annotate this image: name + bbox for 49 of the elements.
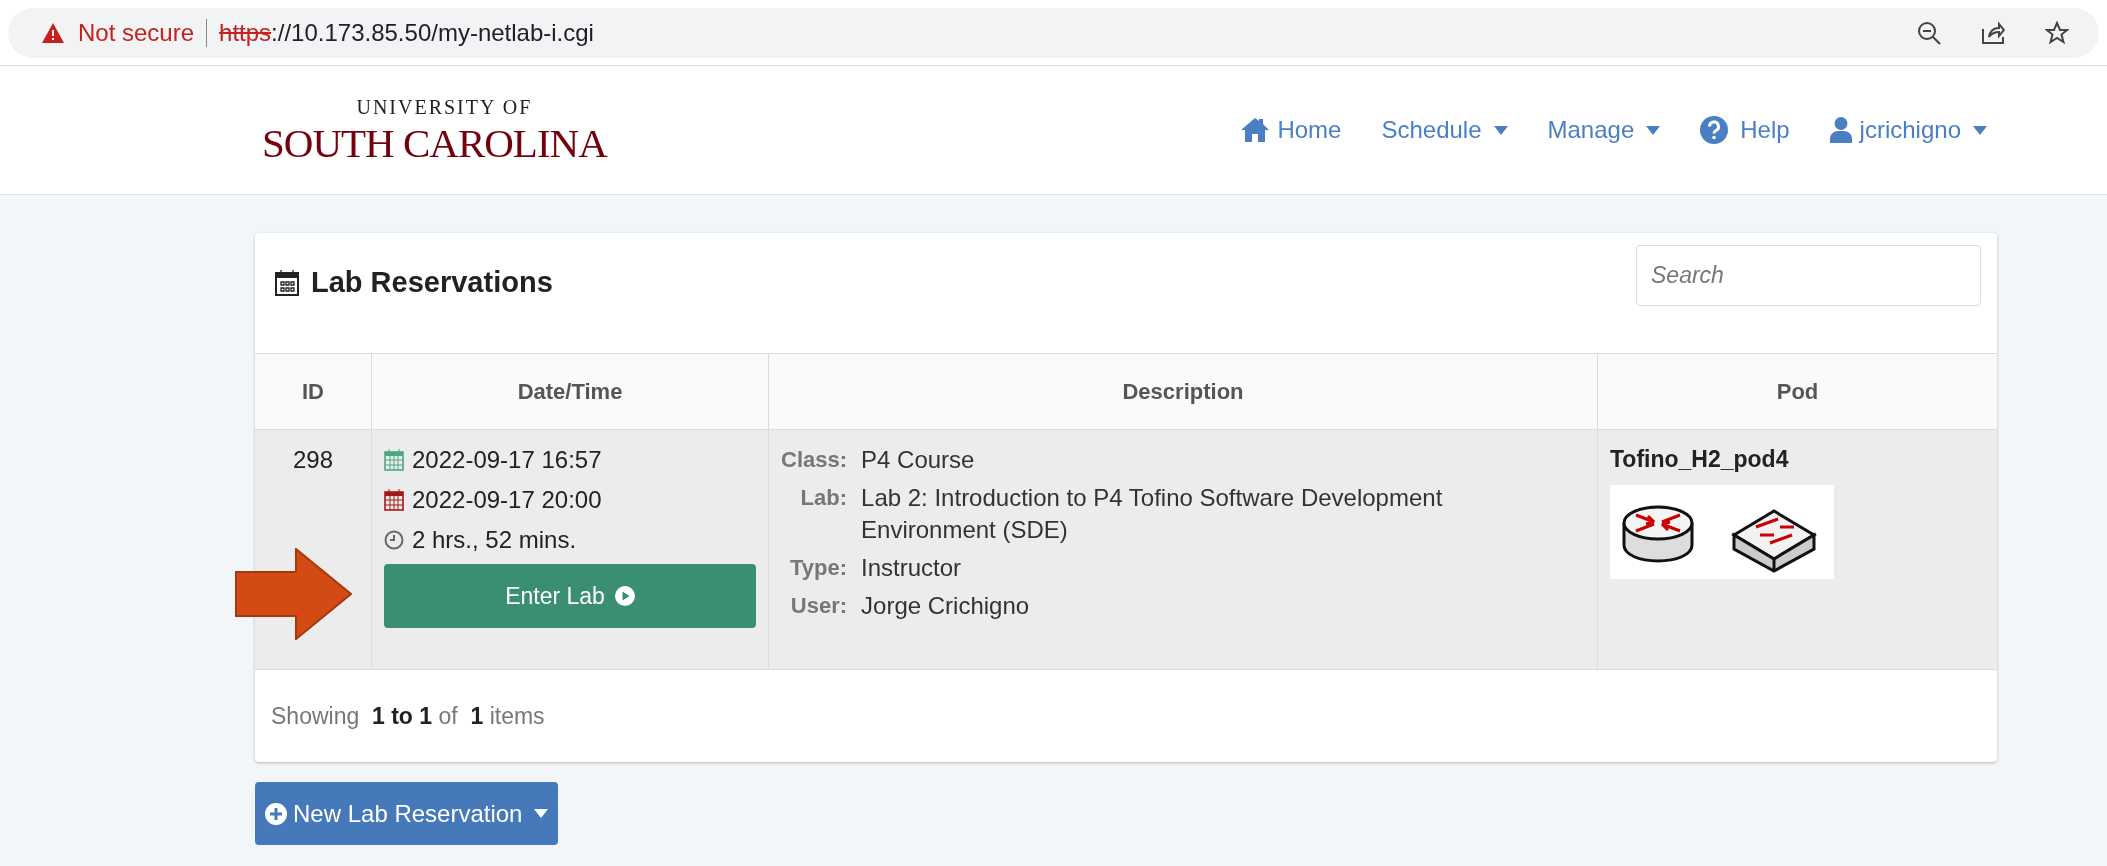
calendar-icon (275, 269, 299, 296)
clock-icon (384, 530, 404, 550)
field-label: User: (789, 592, 848, 620)
column-header[interactable]: ID (302, 375, 324, 408)
user-icon (1829, 117, 1852, 143)
caret-icon (1646, 125, 1661, 135)
end-time: 2022-09-17 20:00 (412, 485, 602, 515)
calendar-icon (384, 449, 404, 471)
card-title: Lab Reservations (311, 265, 553, 300)
caret-icon (1973, 125, 1987, 135)
calendar-icon (384, 489, 404, 511)
column-header[interactable]: Pod (1776, 375, 1819, 408)
help-icon (1700, 116, 1729, 144)
new-lab-reservation-button[interactable]: New Lab Reservation (255, 782, 559, 845)
duration-text: 2 hrs., 52 mins. (412, 525, 577, 555)
nav-link[interactable]: Schedule (1381, 112, 1508, 148)
enter-lab-button[interactable]: Enter Lab (384, 564, 756, 628)
address-bar[interactable]: Not secure https://10.173.85.50/my-netlab-i.cgi (8, 7, 2099, 58)
warning-icon (42, 22, 64, 43)
nav-link[interactable]: Home (1241, 112, 1342, 148)
plus-icon (265, 802, 287, 825)
field-value: Lab 2: Introduction to P4 Tofino Software Development Environment (SDE) (861, 483, 1444, 545)
search-field[interactable]: Search (1636, 245, 1981, 306)
field-value: P4 Course (861, 445, 976, 475)
zoom-out-icon[interactable] (1917, 20, 1941, 45)
start-time: 2022-09-17 16:57 (412, 445, 602, 475)
field-label: Lab: (799, 484, 848, 512)
field-label: Type: (789, 554, 848, 582)
caret-icon (534, 809, 549, 818)
logo-subtitle: UNIVERSITY OF (356, 96, 533, 117)
home-icon (1241, 118, 1270, 142)
logo-title: SOUTH CAROLINA (262, 122, 607, 164)
star-icon[interactable] (2045, 20, 2069, 45)
pod-name: Tofino_H2_pod4 (1610, 445, 1789, 474)
nav-link[interactable]: Help (1700, 112, 1790, 148)
caret-icon (1493, 125, 1508, 135)
field-value: Jorge Crichigno (861, 591, 1031, 621)
url-text[interactable]: https://10.173.85.50/my-netlab-i.cgi (219, 14, 594, 51)
nav-link[interactable]: jcrichigno (1829, 112, 1987, 148)
field-label: Class: (781, 446, 848, 474)
nav-link[interactable]: Manage (1547, 112, 1661, 148)
column-header[interactable]: Description (1122, 375, 1244, 408)
table-cell-text: 298 (292, 445, 333, 475)
play-icon (614, 586, 635, 606)
share-icon[interactable] (1981, 20, 2005, 45)
column-header[interactable]: Date/Time (517, 375, 623, 408)
security-label[interactable]: Not secure (78, 14, 195, 51)
pagination-summary: Showing 1 to 1 of 1 items (271, 701, 545, 731)
field-value: Instructor (861, 553, 963, 583)
